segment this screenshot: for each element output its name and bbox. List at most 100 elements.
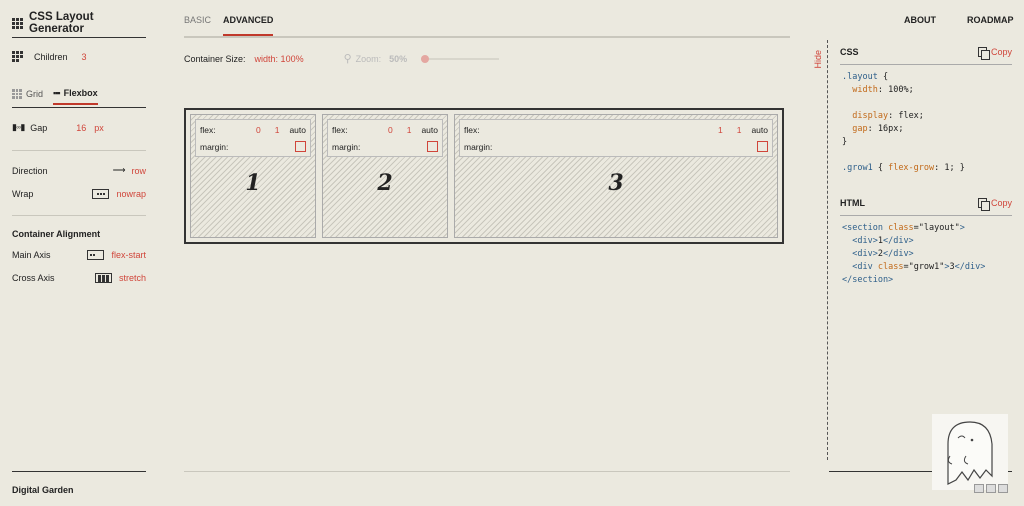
zoom-control: ⚲ Zoom: 50% — [344, 52, 500, 65]
copy-icon — [977, 198, 990, 211]
grid-icon — [12, 89, 22, 99]
ghost-mascot-icon — [932, 414, 1008, 490]
code-token: { — [877, 72, 889, 82]
nowrap-icon — [92, 189, 110, 199]
arrow-right-icon: ⟶ — [112, 165, 126, 175]
margin-checkbox[interactable] — [757, 141, 768, 152]
main-axis-control[interactable]: Main Axis flex-start — [12, 250, 146, 260]
css-code: .layout { width: 100%; display: flex; ga… — [842, 72, 965, 173]
code-token: <section — [842, 223, 883, 233]
container-size-label: Container Size: — [184, 53, 246, 64]
flex-grow-input[interactable]: 0 — [256, 125, 261, 135]
flex-item-2[interactable]: flex: 0 1 auto margin: 2 — [322, 114, 448, 238]
css-header: CSS Copy — [840, 47, 1012, 60]
zoom-slider-knob[interactable] — [421, 54, 430, 63]
flex-row: flex: 0 1 auto — [332, 125, 438, 135]
container-size-value[interactable]: width: 100% — [255, 54, 304, 64]
maximize-icon[interactable] — [986, 484, 996, 493]
zoom-label: Zoom: — [355, 53, 382, 64]
tab-grid-label: Grid — [26, 89, 44, 99]
code-token: 100%; — [888, 85, 914, 95]
flex-grow-input[interactable]: 0 — [388, 125, 393, 135]
cross-axis-control[interactable]: Cross Axis stretch — [12, 273, 146, 283]
direction-control[interactable]: Direction ⟶ row — [12, 165, 146, 176]
flex-basis-input[interactable]: auto — [751, 125, 768, 135]
wrap-label: Wrap — [12, 189, 34, 199]
tab-basic[interactable]: BASIC — [184, 15, 211, 25]
footer-link[interactable]: Digital Garden — [12, 485, 74, 495]
item-settings: flex: 0 1 auto margin: — [195, 119, 311, 157]
code-token: > — [959, 223, 965, 233]
code-token: class — [888, 223, 914, 233]
margin-label: margin: — [200, 141, 229, 152]
flex-label: flex: — [464, 125, 480, 135]
app-title: CSS Layout Generator — [29, 11, 94, 35]
code-token: </div> — [882, 249, 914, 259]
grid-logo-icon — [12, 17, 23, 29]
about-link[interactable]: ABOUT — [904, 15, 936, 25]
gap-unit-select[interactable]: px — [94, 123, 104, 133]
item-settings: flex: 1 1 auto margin: — [459, 119, 773, 157]
close-icon[interactable] — [998, 484, 1008, 493]
code-token: } — [842, 137, 848, 147]
flex-basis-input[interactable]: auto — [289, 125, 306, 135]
flex-shrink-input[interactable]: 1 — [407, 125, 412, 135]
flex-shrink-input[interactable]: 1 — [737, 125, 742, 135]
html-heading: HTML — [840, 198, 865, 208]
window-controls — [974, 484, 1008, 493]
children-icon — [12, 51, 23, 62]
app-brand[interactable]: CSS Layout Generator — [12, 11, 146, 35]
minimize-icon[interactable] — [974, 484, 984, 493]
code-token: </div> — [882, 236, 914, 246]
main-axis-value[interactable]: flex-start — [111, 250, 146, 260]
direction-value[interactable]: row — [131, 166, 146, 176]
margin-label: margin: — [332, 141, 361, 152]
tab-advanced[interactable]: ADVANCED — [223, 15, 274, 36]
children-control[interactable]: Children 3 — [12, 51, 146, 62]
html-code: <section class="layout"> <div>1</div> <d… — [842, 223, 986, 285]
flex-item-3[interactable]: flex: 1 1 auto margin: 3 — [454, 114, 778, 238]
search-icon: ⚲ — [343, 53, 352, 65]
zoom-value: 50% — [389, 53, 408, 64]
item-number: 1 — [245, 170, 261, 196]
code-token: <div — [852, 262, 873, 272]
divider — [840, 64, 1012, 65]
code-token: </section> — [842, 275, 894, 285]
code-token: gap — [852, 124, 868, 134]
toolbar: Container Size: width: 100% ⚲ Zoom: 50% — [184, 52, 500, 65]
copy-css-button[interactable]: Copy — [977, 47, 1012, 60]
code-token: "layout" — [918, 223, 960, 233]
container-alignment-heading: Container Alignment — [12, 229, 101, 239]
wrap-control[interactable]: Wrap nowrap — [12, 189, 146, 199]
hide-panel-button[interactable]: Hide — [813, 50, 823, 69]
cross-axis-value[interactable]: stretch — [119, 273, 146, 283]
divider — [12, 107, 146, 108]
tab-grid[interactable]: Grid — [12, 88, 43, 105]
flex-grow-input[interactable]: 1 — [718, 125, 723, 135]
code-token: flex-grow — [888, 163, 935, 173]
margin-checkbox[interactable] — [427, 141, 438, 152]
tab-flexbox[interactable]: ▪▪▪ Flexbox — [53, 88, 98, 105]
copy-icon — [977, 47, 990, 60]
gap-value-input[interactable]: 16 — [76, 123, 94, 133]
roadmap-link[interactable]: ROADMAP — [967, 15, 1014, 25]
ghost-illustration — [947, 421, 993, 485]
code-token: 1; — [944, 163, 955, 173]
children-value[interactable]: 3 — [82, 52, 87, 62]
item-number: 3 — [608, 170, 624, 196]
code-token: class — [877, 262, 904, 272]
flex-item-1[interactable]: flex: 0 1 auto margin: 1 — [190, 114, 316, 238]
divider — [12, 471, 146, 472]
flex-basis-input[interactable]: auto — [421, 125, 438, 135]
cross-axis-label: Cross Axis — [12, 273, 55, 283]
code-token: </div> — [954, 262, 986, 272]
margin-checkbox[interactable] — [295, 141, 306, 152]
code-token: <div> — [852, 249, 878, 259]
copy-html-button[interactable]: Copy — [977, 198, 1012, 211]
layout-preview: flex: 0 1 auto margin: 1 flex: 0 1 auto … — [184, 108, 784, 244]
wrap-value[interactable]: nowrap — [116, 189, 146, 199]
panel-divider — [827, 40, 828, 460]
flex-shrink-input[interactable]: 1 — [275, 125, 280, 135]
code-token: .grow1 — [842, 163, 873, 173]
zoom-slider[interactable] — [421, 54, 500, 63]
